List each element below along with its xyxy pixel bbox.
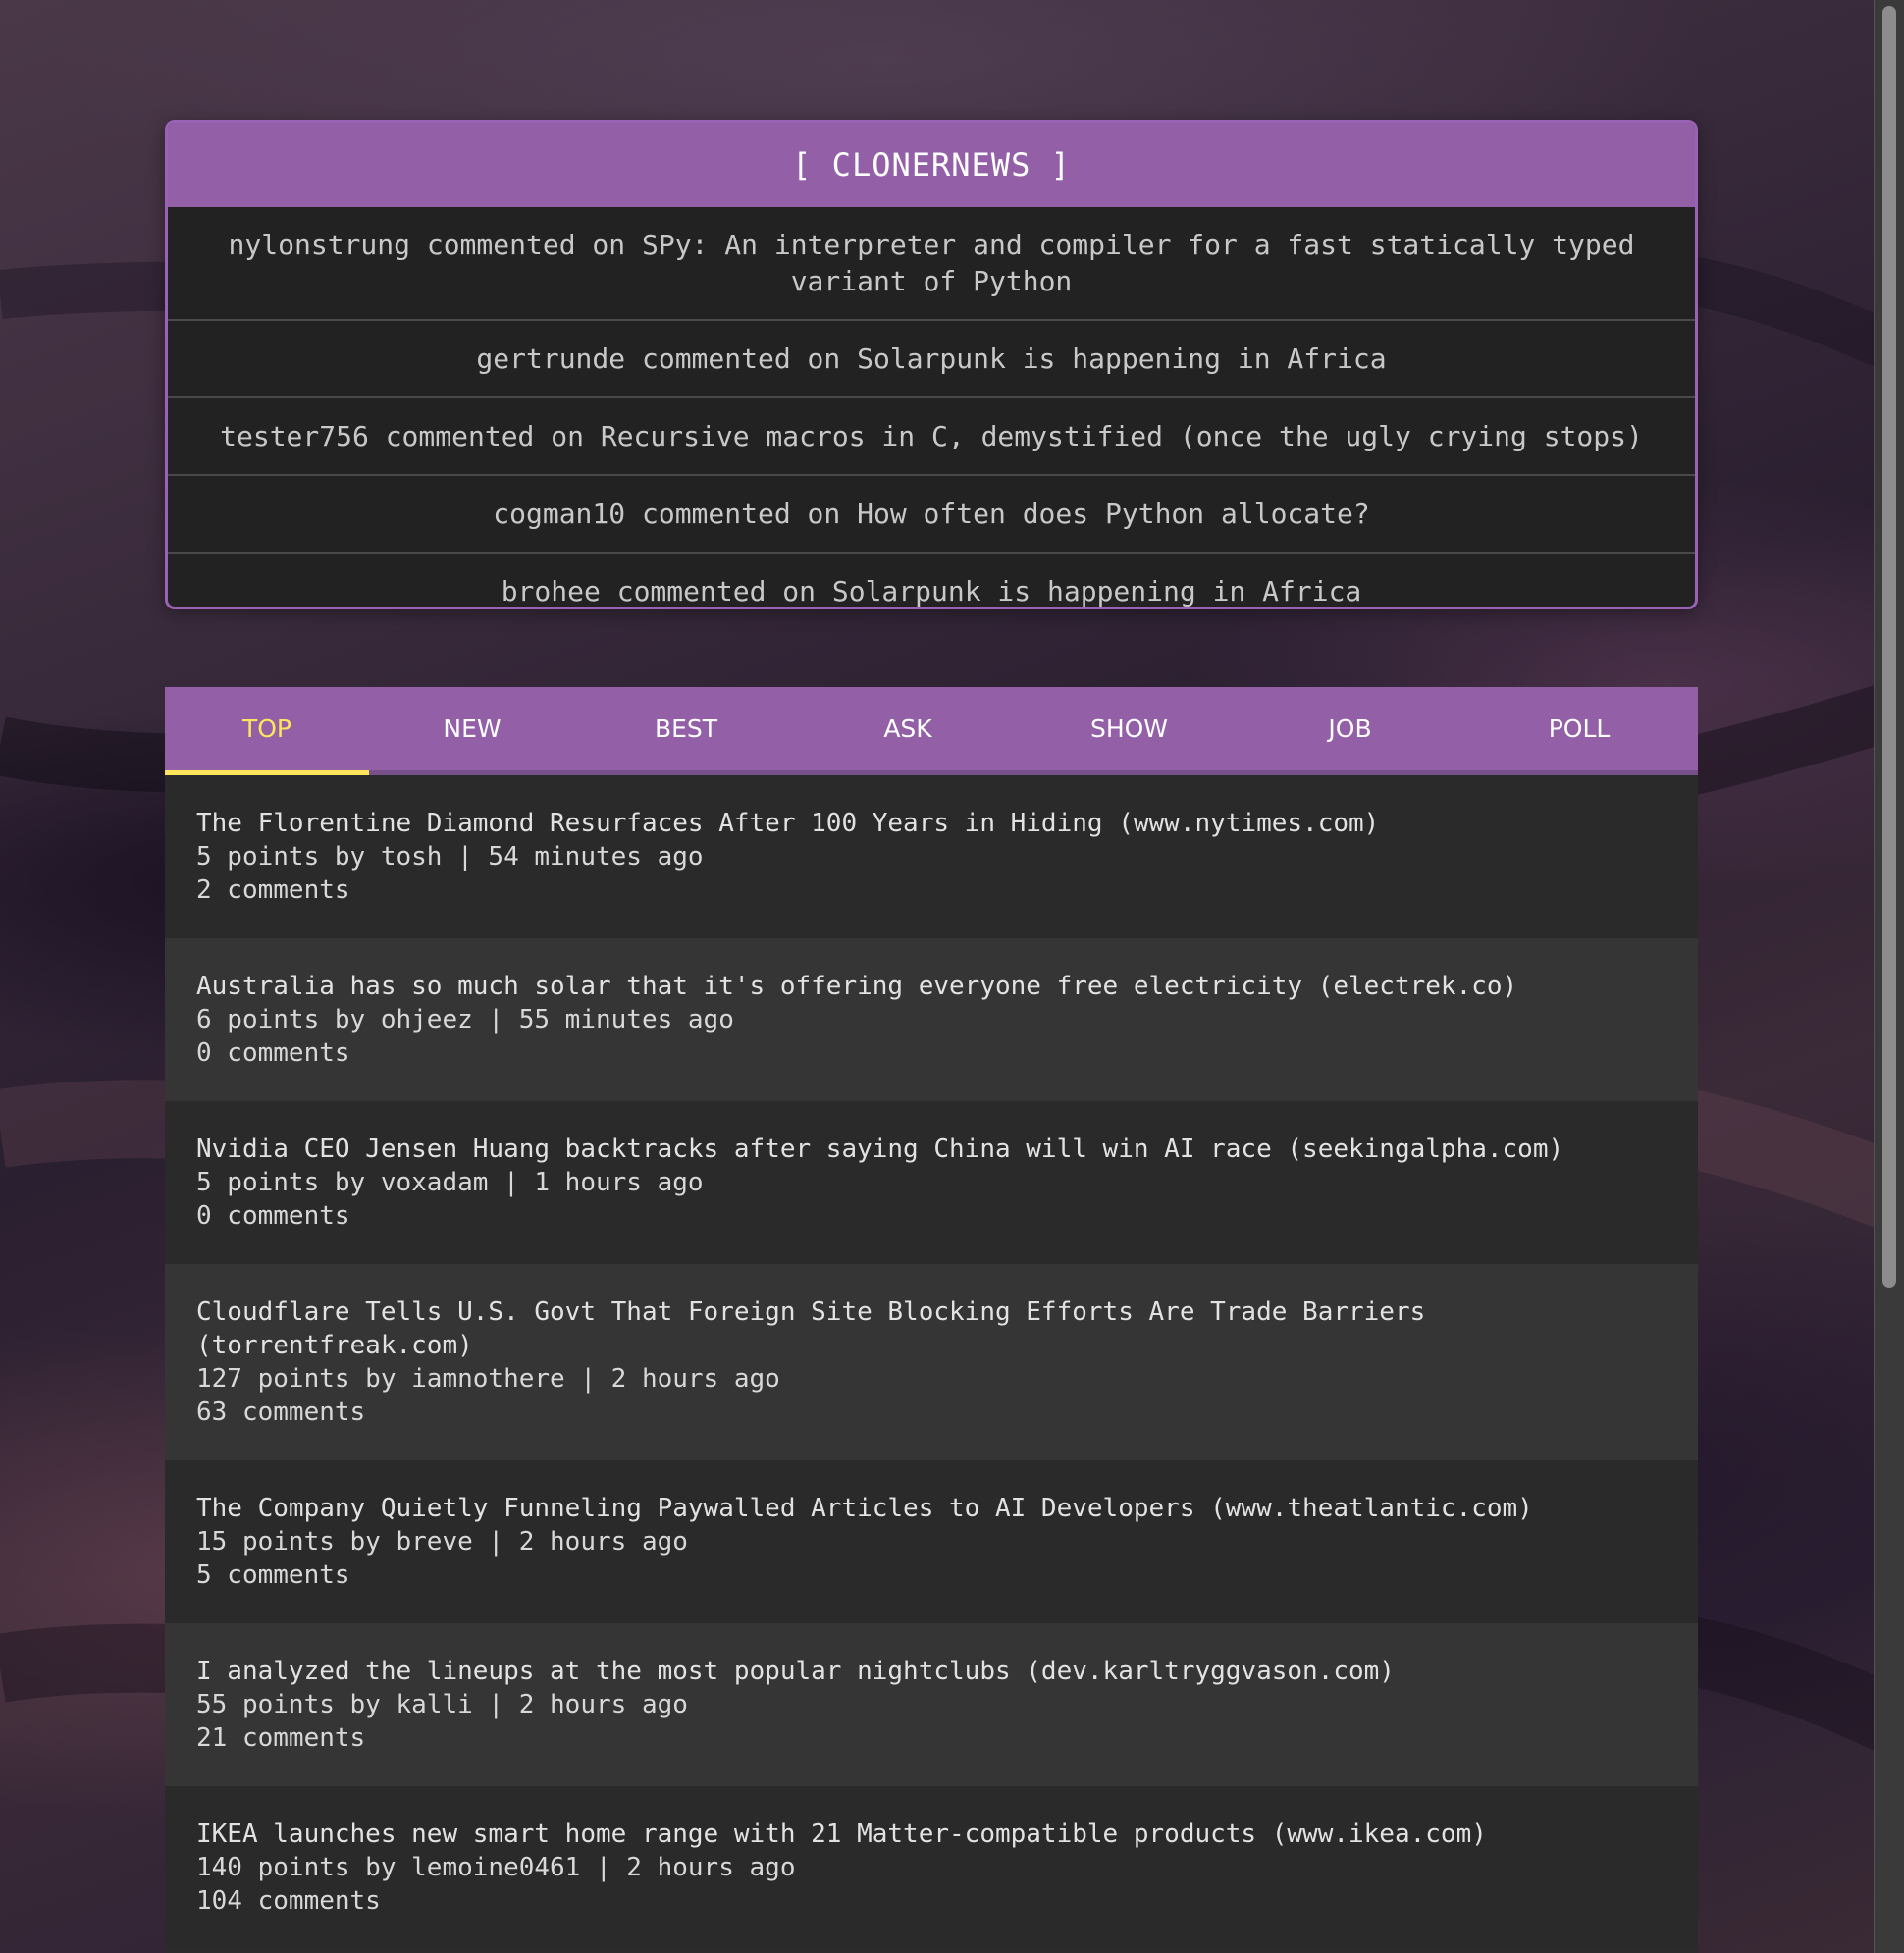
activity-list: nylonstrung commented on SPy: An interpr…: [168, 207, 1695, 607]
tab-poll[interactable]: POLL: [1460, 687, 1698, 770]
story-comments-link[interactable]: 0 comments: [196, 1199, 1666, 1233]
story-meta: 140 points by lemoine0461 | 2 hours ago: [196, 1853, 796, 1882]
site-title[interactable]: [ CLONERNEWS ]: [168, 123, 1695, 207]
stories-panel: TOP NEW BEST ASK SHOW JOB POLL The Flore…: [165, 687, 1698, 1953]
story-comments-link[interactable]: 5 comments: [196, 1558, 1666, 1592]
story-title[interactable]: Nvidia CEO Jensen Huang backtracks after…: [196, 1133, 1666, 1166]
story-item[interactable]: The Florentine Diamond Resurfaces After …: [165, 775, 1698, 938]
story-comments-link[interactable]: 104 comments: [196, 1884, 1666, 1918]
story-meta: 6 points by ohjeez | 55 minutes ago: [196, 1005, 734, 1034]
story-item[interactable]: I analyzed the lineups at the most popul…: [165, 1623, 1698, 1786]
tab-ask[interactable]: ASK: [797, 687, 1019, 770]
story-list: The Florentine Diamond Resurfaces After …: [165, 775, 1698, 1949]
tab-best[interactable]: BEST: [575, 687, 797, 770]
tab-show[interactable]: SHOW: [1019, 687, 1240, 770]
activity-item[interactable]: nylonstrung commented on SPy: An interpr…: [168, 207, 1695, 321]
story-comments-link[interactable]: 21 comments: [196, 1721, 1666, 1755]
story-title[interactable]: Cloudflare Tells U.S. Govt That Foreign …: [196, 1295, 1666, 1362]
activity-item[interactable]: cogman10 commented on How often does Pyt…: [168, 476, 1695, 554]
story-title[interactable]: Australia has so much solar that it's of…: [196, 970, 1666, 1003]
story-title[interactable]: IKEA launches new smart home range with …: [196, 1818, 1666, 1851]
page-scrollbar[interactable]: [1874, 0, 1904, 1953]
activity-item[interactable]: tester756 commented on Recursive macros …: [168, 398, 1695, 476]
story-meta: 127 points by iamnothere | 2 hours ago: [196, 1364, 780, 1394]
tab-new[interactable]: NEW: [369, 687, 575, 770]
tab-top[interactable]: TOP: [165, 687, 369, 775]
story-type-tabs: TOP NEW BEST ASK SHOW JOB POLL: [165, 687, 1698, 775]
story-comments-link[interactable]: 2 comments: [196, 873, 1666, 907]
scrollbar-thumb[interactable]: [1882, 6, 1896, 1288]
story-item[interactable]: Australia has so much solar that it's of…: [165, 938, 1698, 1101]
activity-item[interactable]: gertrunde commented on Solarpunk is happ…: [168, 321, 1695, 398]
story-title[interactable]: The Company Quietly Funneling Paywalled …: [196, 1492, 1666, 1525]
story-meta: 5 points by voxadam | 1 hours ago: [196, 1168, 704, 1197]
story-item[interactable]: IKEA launches new smart home range with …: [165, 1786, 1698, 1949]
activity-item[interactable]: brohee commented on Solarpunk is happeni…: [168, 554, 1695, 607]
story-meta: 5 points by tosh | 54 minutes ago: [196, 842, 704, 871]
story-title[interactable]: The Florentine Diamond Resurfaces After …: [196, 807, 1666, 840]
live-comment-feed: [ CLONERNEWS ] nylonstrung commented on …: [165, 120, 1698, 609]
story-comments-link[interactable]: 0 comments: [196, 1036, 1666, 1070]
story-title[interactable]: I analyzed the lineups at the most popul…: [196, 1655, 1666, 1688]
story-comments-link[interactable]: 63 comments: [196, 1396, 1666, 1429]
story-meta: 55 points by kalli | 2 hours ago: [196, 1690, 688, 1719]
story-item[interactable]: Nvidia CEO Jensen Huang backtracks after…: [165, 1101, 1698, 1264]
story-item[interactable]: Cloudflare Tells U.S. Govt That Foreign …: [165, 1264, 1698, 1460]
story-meta: 15 points by breve | 2 hours ago: [196, 1527, 688, 1557]
story-item[interactable]: The Company Quietly Funneling Paywalled …: [165, 1460, 1698, 1623]
tab-job[interactable]: JOB: [1240, 687, 1460, 770]
